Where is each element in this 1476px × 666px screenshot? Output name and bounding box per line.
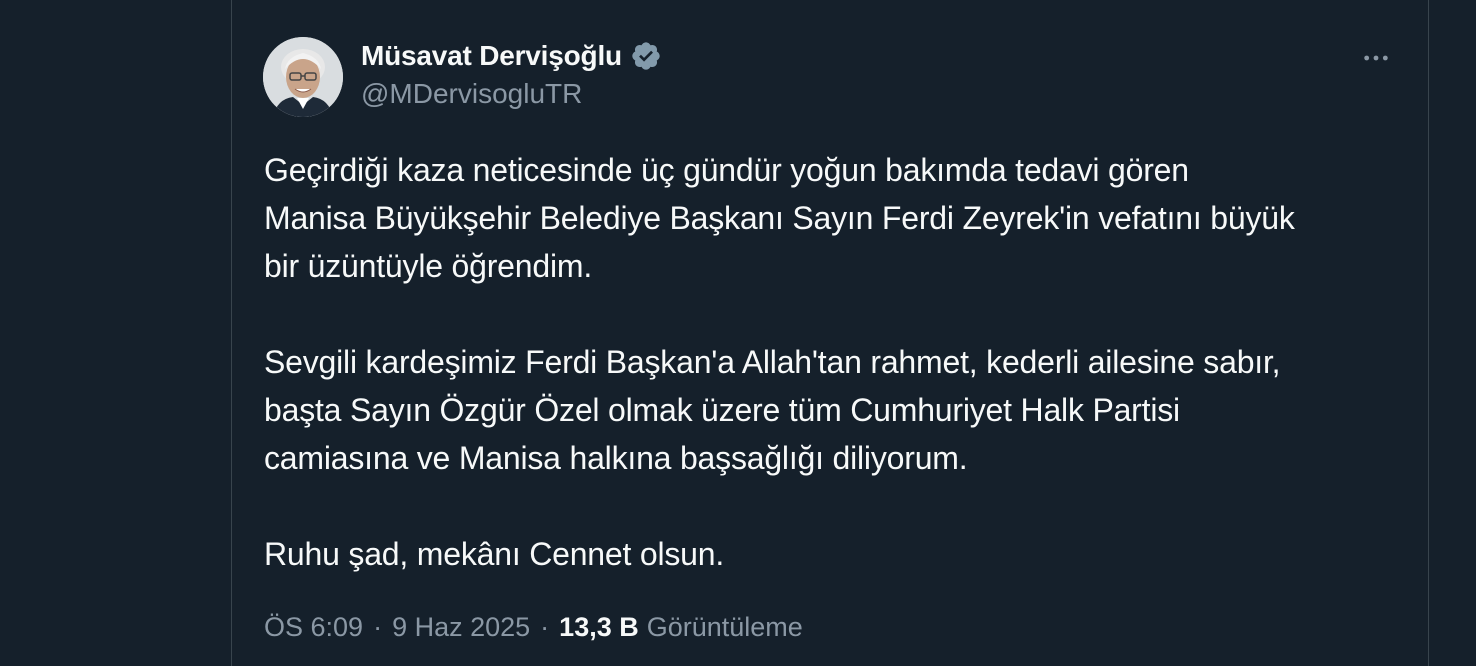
author-handle[interactable]: @MDervisogluTR	[361, 78, 582, 110]
tweet-paragraph: Sevgili kardeşimiz Ferdi Başkan'a Allah'…	[264, 344, 1281, 476]
more-horizontal-icon	[1364, 55, 1388, 61]
views-label[interactable]: Görüntüleme	[647, 612, 803, 643]
tweet-meta: ÖS 6:09 · 9 Haz 2025 · 13,3 B Görüntülem…	[264, 612, 803, 643]
tweet-page: Müsavat Dervişoğlu @MDervisogluTR Geçird…	[0, 0, 1476, 666]
verified-badge-icon[interactable]	[630, 40, 662, 72]
tweet-date[interactable]: 9 Haz 2025	[392, 612, 530, 643]
tweet-paragraph: Ruhu şad, mekânı Cennet olsun.	[264, 536, 725, 572]
tweet-text: Geçirdiği kaza neticesinde üç gündür yoğ…	[264, 146, 1404, 626]
avatar-photo	[263, 37, 343, 117]
meta-separator: ·	[373, 612, 383, 642]
author-display-name[interactable]: Müsavat Dervişoğlu	[361, 40, 622, 72]
tweet-time[interactable]: ÖS 6:09	[264, 612, 363, 643]
author-name-row: Müsavat Dervişoğlu	[361, 38, 662, 74]
views-count[interactable]: 13,3 B	[559, 612, 639, 643]
tweet-paragraph: Geçirdiği kaza neticesinde üç gündür yoğ…	[264, 152, 1295, 284]
more-options-button[interactable]	[1356, 40, 1396, 76]
avatar[interactable]	[263, 37, 343, 117]
meta-separator: ·	[540, 612, 550, 642]
